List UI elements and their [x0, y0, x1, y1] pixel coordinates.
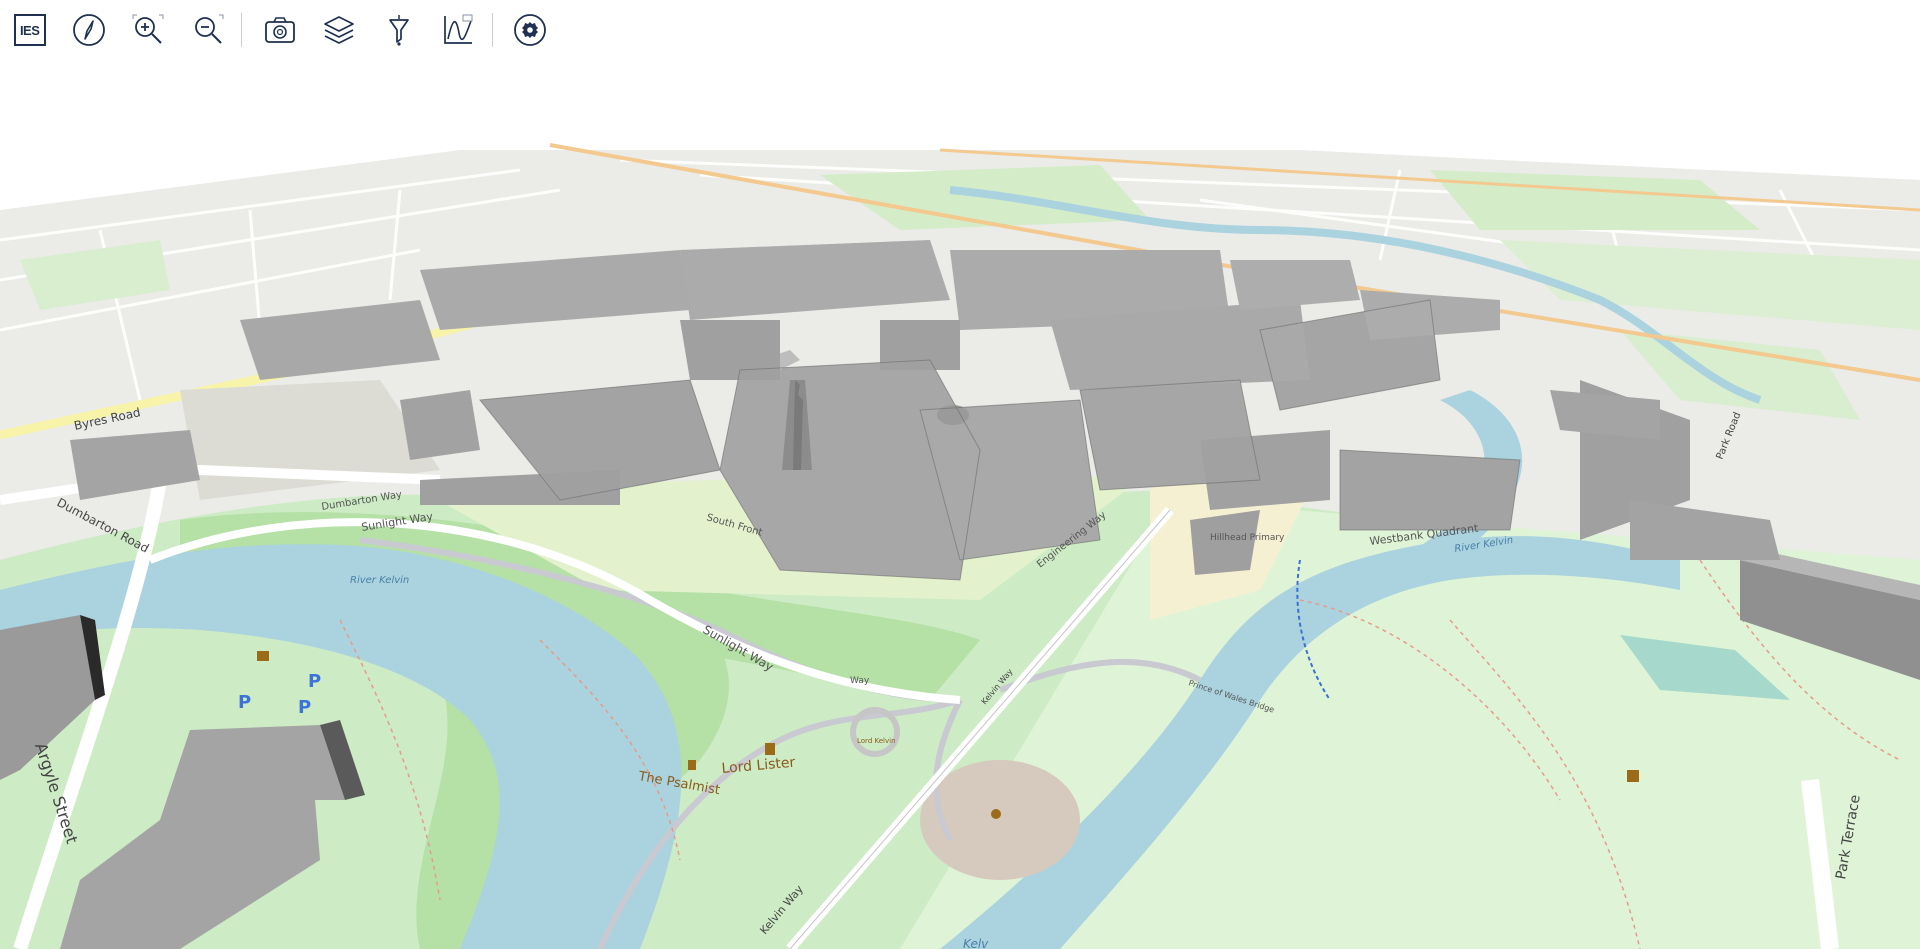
- label-river-kelvin: River Kelvin: [350, 575, 409, 586]
- map-canvas[interactable]: P P P Sunlight Way Sunlight Way Way Rive…: [0, 0, 1920, 949]
- statue-icon: [991, 809, 1001, 819]
- toolbar-separator: [491, 13, 493, 47]
- compass-icon: [73, 14, 105, 46]
- horizon-fade: [0, 60, 1920, 150]
- parking-icon: P: [238, 692, 251, 713]
- parking-icon: P: [298, 697, 311, 718]
- compass-button[interactable]: [69, 10, 108, 50]
- screenshot-button[interactable]: [260, 10, 299, 50]
- zoom-in-icon: [132, 14, 164, 44]
- camera-icon: [265, 17, 295, 43]
- ies-logo-button[interactable]: IES: [10, 10, 49, 50]
- gear-icon: [514, 14, 547, 46]
- settings-button[interactable]: [511, 10, 550, 50]
- chart-icon: [444, 14, 473, 44]
- zoom-in-button[interactable]: [129, 10, 168, 50]
- memorial-icon: [257, 651, 269, 661]
- filter-icon: [388, 15, 409, 46]
- layers-icon: [324, 16, 355, 44]
- map-3d-view[interactable]: P P P Sunlight Way Sunlight Way Way Rive…: [0, 0, 1920, 949]
- chart-button[interactable]: [438, 10, 477, 50]
- parking-icon: P: [308, 671, 321, 692]
- label-lord-kelvin: Lord Kelvin: [857, 737, 896, 745]
- label-river-kelvin-bottom: Kelv: [963, 937, 989, 949]
- ies-logo: IES: [13, 14, 46, 46]
- map-toolbar: IES: [0, 0, 570, 60]
- layers-button[interactable]: [320, 10, 359, 50]
- label-hillhead-primary: Hillhead Primary: [1210, 533, 1285, 543]
- memorial-icon: [1627, 770, 1639, 782]
- zoom-out-button[interactable]: [188, 10, 227, 50]
- zoom-out-icon: [194, 14, 224, 44]
- label-way: Way: [850, 676, 870, 686]
- filter-button[interactable]: [379, 10, 418, 50]
- memorial-icon: [765, 743, 775, 755]
- toolbar-separator: [241, 13, 243, 47]
- memorial-icon: [688, 760, 696, 770]
